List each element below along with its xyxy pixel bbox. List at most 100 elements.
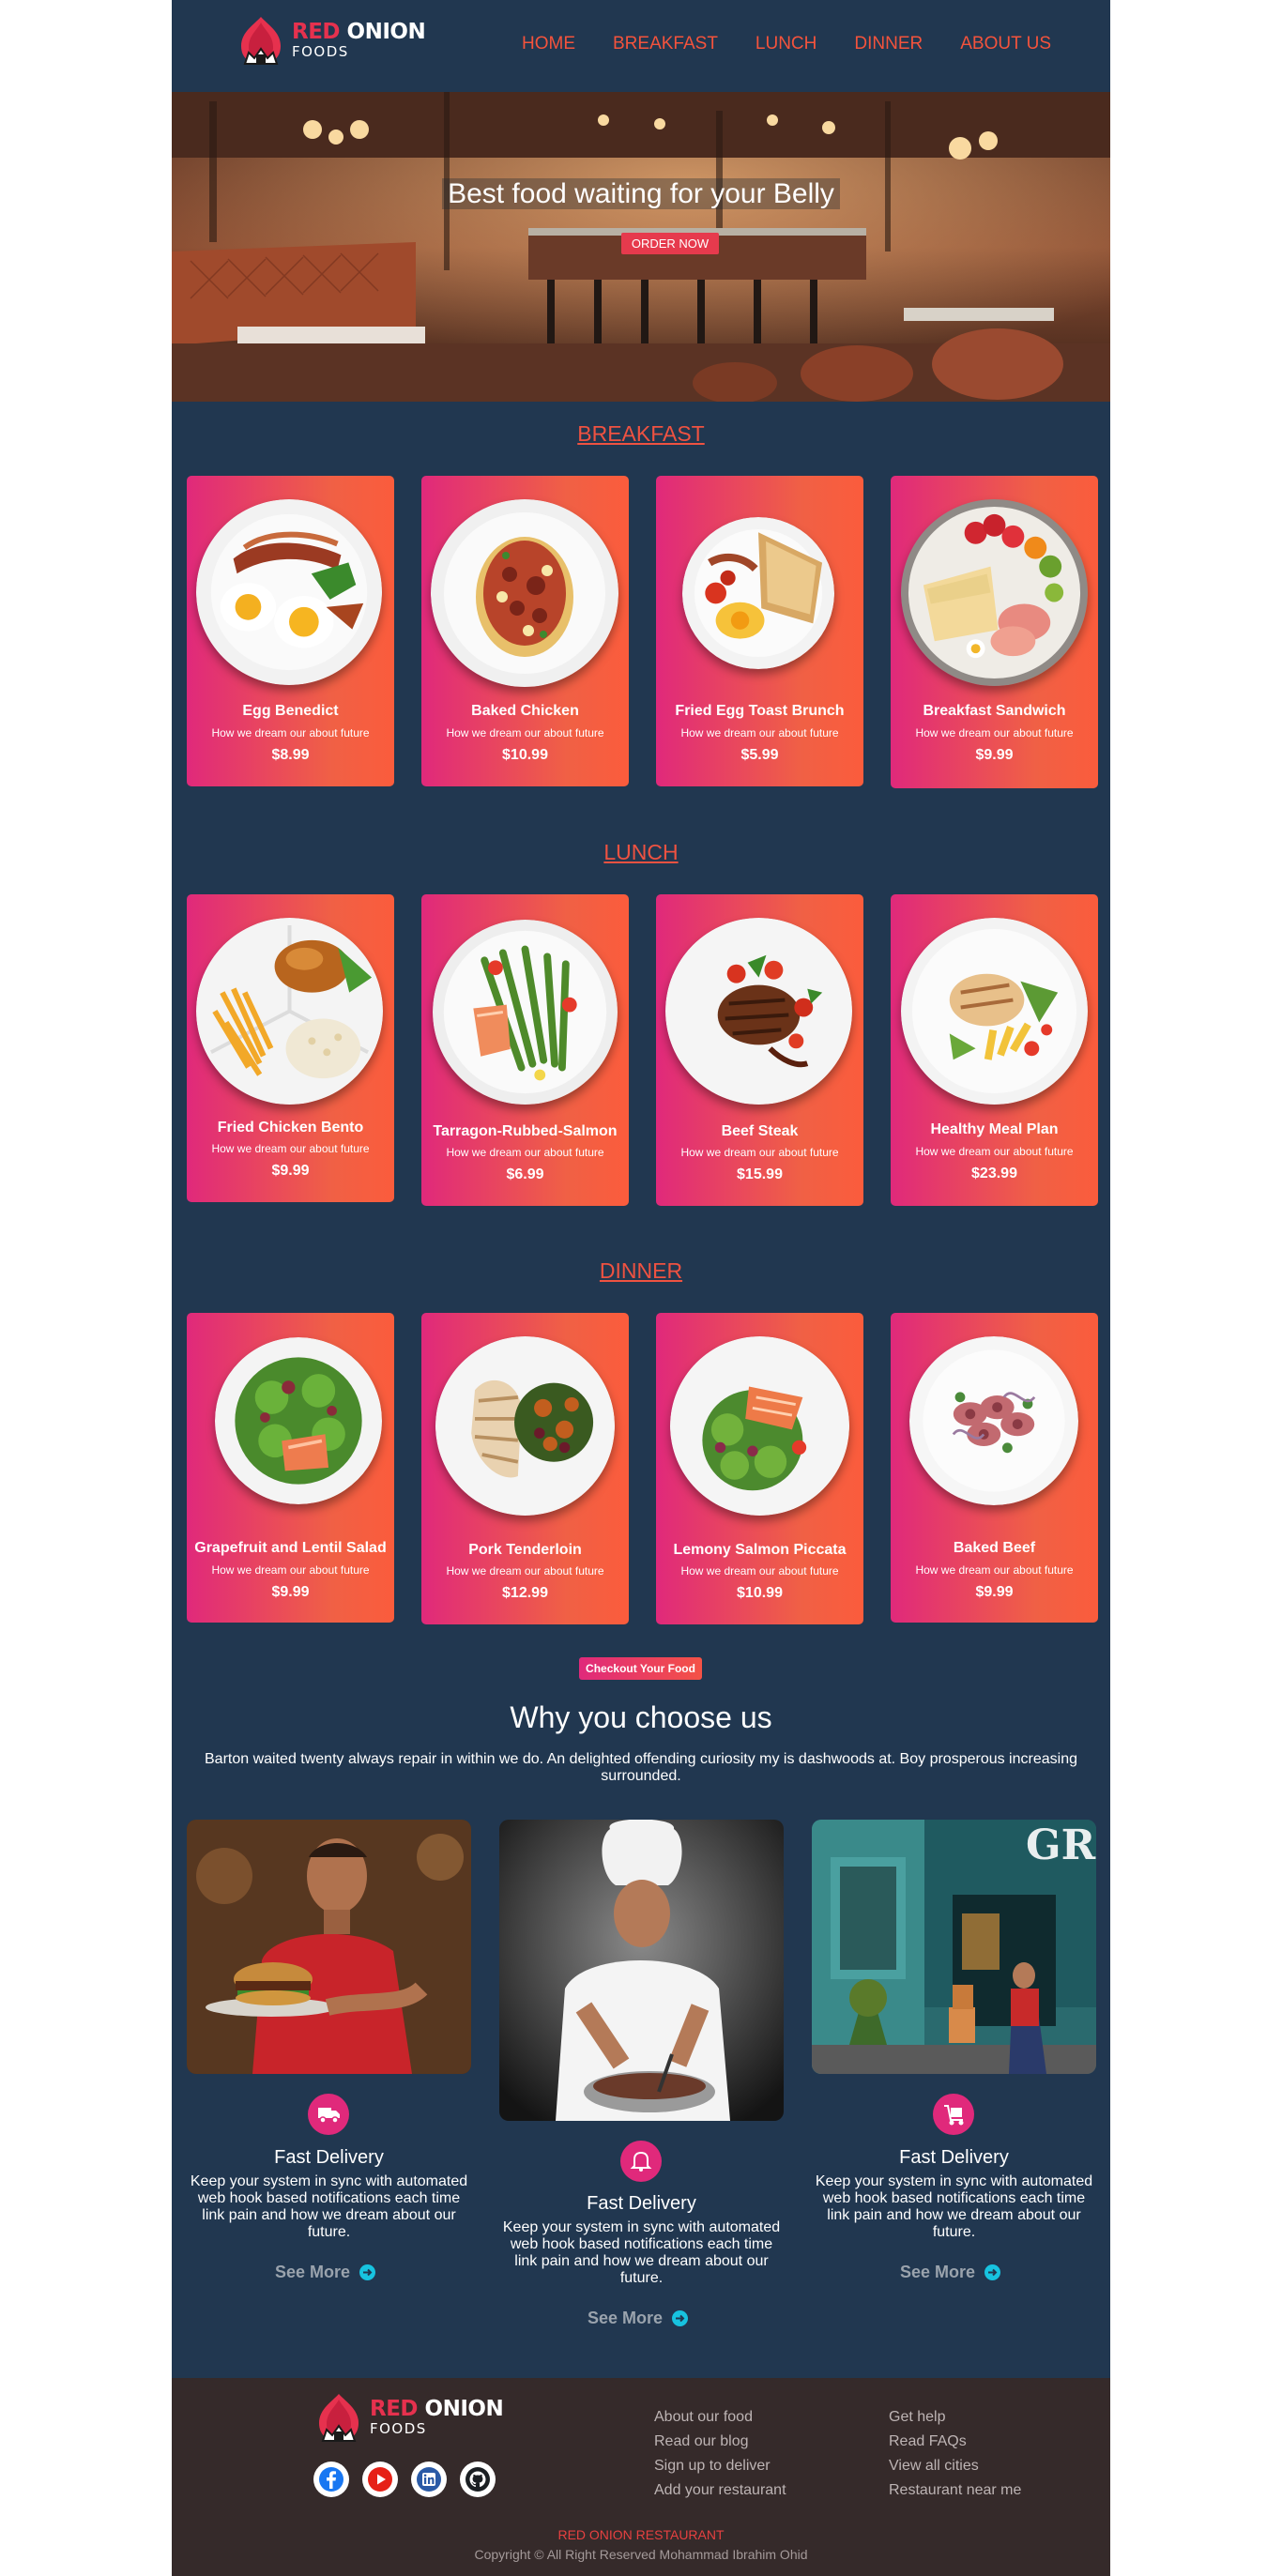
delivery-cart-icon[interactable] bbox=[933, 2094, 974, 2135]
food-card[interactable]: Baked Chicken How we dream our about fut… bbox=[421, 476, 629, 786]
food-price: $9.99 bbox=[975, 1584, 1014, 1600]
see-more-link[interactable]: See More bbox=[275, 2263, 376, 2282]
fried-egg-toast-image bbox=[682, 517, 834, 669]
feature-desc: Keep your system in sync with automated … bbox=[815, 2173, 1093, 2240]
linkedin-icon[interactable] bbox=[411, 2462, 447, 2497]
beef-steak-image bbox=[665, 918, 852, 1105]
egg-benedict-image bbox=[196, 499, 382, 685]
food-price: $6.99 bbox=[506, 1166, 544, 1182]
waiter-burger-image bbox=[187, 1820, 471, 2074]
food-desc: How we dream our about future bbox=[446, 726, 604, 739]
footer-link-faqs[interactable]: Read FAQs bbox=[889, 2432, 967, 2450]
tarragon-rubbed-salmon-image bbox=[433, 920, 618, 1105]
food-desc: How we dream our about future bbox=[915, 726, 1074, 739]
baked-chicken-image bbox=[431, 499, 618, 687]
footer-link-sign-up-deliver[interactable]: Sign up to deliver bbox=[654, 2457, 771, 2475]
food-card[interactable]: Baked Beef How we dream our about future… bbox=[891, 1313, 1098, 1623]
see-more-label: See More bbox=[588, 2309, 664, 2327]
food-card[interactable]: Lemony Salmon Piccata How we dream our a… bbox=[656, 1313, 863, 1624]
brand-sub: FOODS bbox=[292, 42, 349, 60]
brand-white: ONION bbox=[346, 19, 426, 44]
checkout-button[interactable]: Checkout Your Food bbox=[579, 1657, 702, 1680]
feature-desc: Keep your system in sync with automated … bbox=[190, 2173, 468, 2240]
header: RED ONION FOODS HOME BREAKFAST LUNCH DIN… bbox=[172, 0, 1110, 92]
footer-brand-text: RED ONION FOODS bbox=[370, 2397, 504, 2437]
feature-title: Fast Delivery bbox=[899, 2147, 1009, 2168]
nav-lunch[interactable]: LUNCH bbox=[755, 34, 817, 54]
food-price: $12.99 bbox=[502, 1585, 548, 1601]
food-card[interactable]: Beef Steak How we dream our about future… bbox=[656, 894, 863, 1206]
footer-link-restaurant-near-me[interactable]: Restaurant near me bbox=[889, 2481, 1021, 2499]
footer-link-about-food[interactable]: About our food bbox=[654, 2408, 753, 2426]
chef-cooking-image bbox=[499, 1820, 784, 2121]
hero-banner: Best food waiting for your Belly ORDER N… bbox=[172, 92, 1110, 402]
feature-title: Fast Delivery bbox=[274, 2147, 384, 2168]
page: RED ONION FOODS HOME BREAKFAST LUNCH DIN… bbox=[172, 0, 1110, 2576]
food-card[interactable]: Fried Egg Toast Brunch How we dream our … bbox=[656, 476, 863, 786]
food-name: Fried Chicken Bento bbox=[217, 1120, 364, 1136]
bell-icon[interactable] bbox=[620, 2141, 662, 2182]
footer-link-all-cities[interactable]: View all cities bbox=[889, 2457, 979, 2475]
footer-restaurant-name: RED ONION RESTAURANT bbox=[557, 2527, 725, 2542]
food-card[interactable]: Fried Chicken Bento How we dream our abo… bbox=[187, 894, 394, 1202]
see-more-link[interactable]: See More bbox=[588, 2309, 689, 2328]
fried-chicken-bento-image bbox=[196, 918, 383, 1105]
feature-title: Fast Delivery bbox=[587, 2193, 696, 2214]
food-card[interactable]: Tarragon-Rubbed-Salmon How we dream our … bbox=[421, 894, 629, 1206]
healthy-meal-plan-image bbox=[901, 918, 1088, 1105]
food-name: Breakfast Sandwich bbox=[923, 703, 1066, 719]
nav-dinner[interactable]: DINNER bbox=[854, 34, 923, 54]
footer-brand-logo[interactable]: RED ONION FOODS bbox=[313, 2390, 504, 2443]
brand-text: RED ONION FOODS bbox=[292, 19, 426, 60]
food-price: $9.99 bbox=[975, 747, 1014, 763]
pork-tenderloin-image bbox=[435, 1336, 615, 1516]
food-name: Baked Chicken bbox=[471, 703, 579, 719]
food-card[interactable]: Grapefruit and Lentil Salad How we dream… bbox=[187, 1313, 394, 1623]
baked-beef-image bbox=[909, 1336, 1078, 1505]
food-desc: How we dream our about future bbox=[915, 1145, 1074, 1158]
youtube-icon[interactable] bbox=[362, 2462, 398, 2497]
brand-logo[interactable]: RED ONION FOODS bbox=[236, 13, 426, 66]
see-more-link[interactable]: See More bbox=[900, 2263, 1001, 2282]
food-name: Baked Beef bbox=[953, 1540, 1036, 1556]
brand-red: RED bbox=[292, 19, 341, 44]
nav-about-us[interactable]: ABOUT US bbox=[960, 34, 1051, 54]
onion-logo-icon bbox=[319, 2394, 359, 2442]
facebook-icon[interactable] bbox=[313, 2462, 349, 2497]
food-card[interactable]: Breakfast Sandwich How we dream our abou… bbox=[891, 476, 1098, 788]
hero-title: Best food waiting for your Belly bbox=[172, 177, 1110, 211]
github-icon[interactable] bbox=[460, 2462, 496, 2497]
brand-sub: FOODS bbox=[370, 2419, 427, 2437]
food-name: Egg Benedict bbox=[242, 703, 339, 719]
food-desc: How we dream our about future bbox=[915, 1563, 1074, 1577]
food-price: $10.99 bbox=[502, 747, 548, 763]
food-name: Beef Steak bbox=[721, 1123, 799, 1139]
breakfast-sandwich-image bbox=[901, 499, 1088, 686]
food-desc: How we dream our about future bbox=[211, 726, 370, 739]
breakfast-section-title: BREAKFAST bbox=[577, 421, 705, 446]
feature-desc: Keep your system in sync with automated … bbox=[502, 2219, 781, 2286]
food-card[interactable]: Healthy Meal Plan How we dream our about… bbox=[891, 894, 1098, 1206]
order-now-button[interactable]: ORDER NOW bbox=[621, 233, 719, 254]
onion-logo-icon bbox=[241, 17, 281, 65]
footer-link-add-restaurant[interactable]: Add your restaurant bbox=[654, 2481, 786, 2499]
nav-home[interactable]: HOME bbox=[522, 34, 575, 54]
why-choose-us-title: Why you choose us bbox=[510, 1700, 772, 1734]
lemony-salmon-piccata-image bbox=[670, 1336, 849, 1516]
food-desc: How we dream our about future bbox=[680, 726, 839, 739]
food-price: $8.99 bbox=[271, 747, 310, 763]
food-desc: How we dream our about future bbox=[446, 1564, 604, 1578]
food-name: Grapefruit and Lentil Salad bbox=[194, 1540, 387, 1556]
footer-link-blog[interactable]: Read our blog bbox=[654, 2432, 749, 2450]
food-price: $5.99 bbox=[740, 747, 779, 763]
food-price: $15.99 bbox=[737, 1166, 783, 1182]
footer-link-get-help[interactable]: Get help bbox=[889, 2408, 945, 2426]
see-more-label: See More bbox=[275, 2263, 351, 2281]
food-card[interactable]: Egg Benedict How we dream our about futu… bbox=[187, 476, 394, 786]
food-name: Healthy Meal Plan bbox=[930, 1121, 1059, 1137]
truck-icon[interactable] bbox=[308, 2094, 349, 2135]
nav-breakfast[interactable]: BREAKFAST bbox=[613, 34, 718, 54]
dinner-section-title: DINNER bbox=[599, 1258, 683, 1283]
food-name: Pork Tenderloin bbox=[468, 1542, 582, 1558]
food-card[interactable]: Pork Tenderloin How we dream our about f… bbox=[421, 1313, 629, 1624]
